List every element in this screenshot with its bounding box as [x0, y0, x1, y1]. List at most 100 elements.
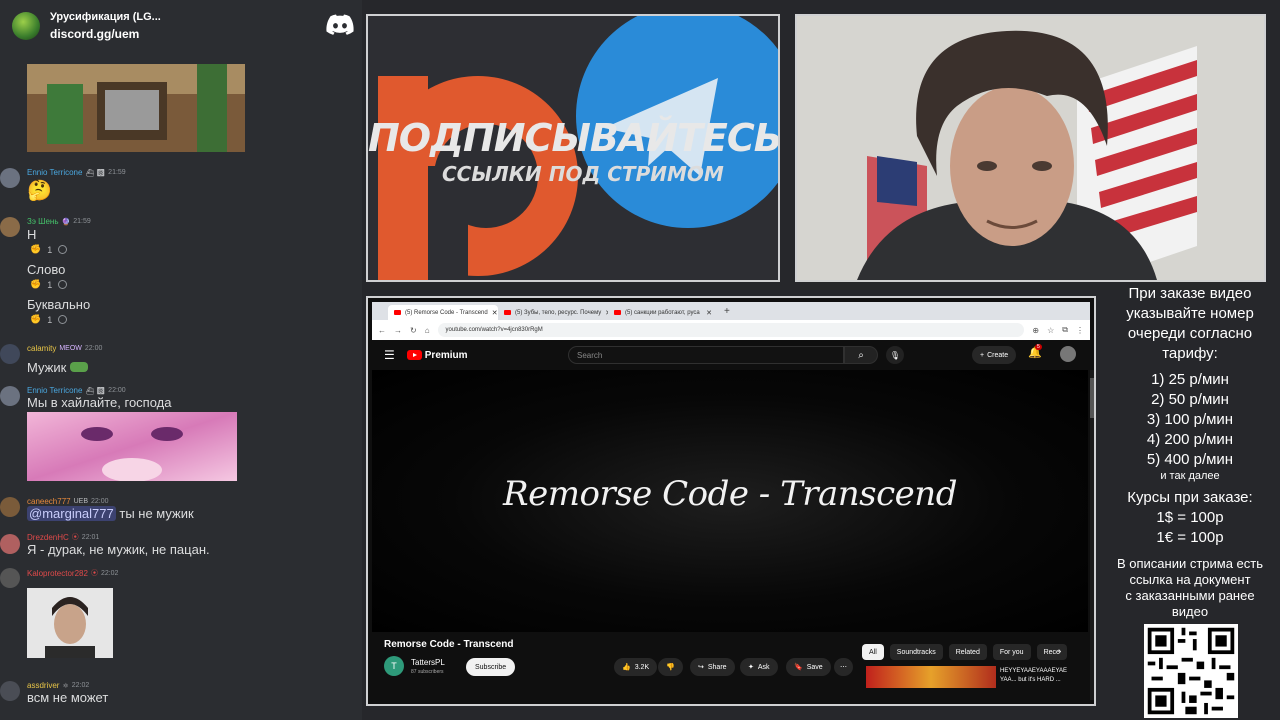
frog-emoji-icon: [69, 362, 88, 372]
chat-image-anime[interactable]: [27, 412, 237, 481]
channel-name[interactable]: TattersPL: [411, 658, 445, 667]
reaction[interactable]: ✊ 1: [30, 279, 68, 290]
reaction[interactable]: ✊ 1: [30, 314, 68, 325]
back-icon[interactable]: ←: [378, 326, 386, 335]
plus-icon: +: [980, 351, 985, 359]
tab-bar: (5) Remorse Code - Transcend ✕ (5) Зубы, …: [372, 302, 1090, 320]
message-author[interactable]: DrezdenHC: [27, 533, 69, 542]
zoom-icon[interactable]: ⊕: [1032, 326, 1039, 335]
message-text: Мужик: [27, 360, 88, 375]
dislike-button[interactable]: 👎: [658, 658, 683, 676]
avatar[interactable]: [0, 568, 20, 588]
browser-menu-icon[interactable]: ⋮: [1076, 326, 1084, 335]
address-bar: ← → ↻ ⌂ youtube.com/watch?v=4jcn830rRgM …: [372, 320, 1090, 340]
discord-logo-icon: [326, 14, 354, 35]
like-button[interactable]: 👍 3.2K: [614, 658, 658, 676]
badge-icon: ⚛: [62, 682, 69, 690]
avatar[interactable]: [0, 168, 20, 188]
youtube-topbar: ☰ Premium Search ⌕ 🎙 + Create 🔔 5: [372, 340, 1090, 370]
bookmark-star-icon[interactable]: ☆: [1047, 326, 1054, 335]
server-name: Урусификация (LG...: [50, 11, 161, 23]
message-author[interactable]: caneech777: [27, 497, 71, 506]
chip-for-you[interactable]: For you: [992, 644, 1031, 660]
add-reaction-icon[interactable]: [58, 245, 68, 254]
chip-related[interactable]: Related: [948, 644, 987, 660]
message-text: Слово: [27, 262, 66, 277]
description-text-line: ссылка на документ: [1129, 572, 1251, 587]
server-invite: discord.gg/uem: [50, 27, 140, 41]
avatar[interactable]: [0, 497, 20, 517]
badge-icon: ⦿: [71, 534, 79, 541]
avatar[interactable]: [0, 344, 20, 364]
recommended-title[interactable]: HEYYEYAAEYAAAEYAE YAA... but it's HARD .…: [1000, 667, 1080, 685]
ask-button[interactable]: ✦ Ask: [740, 658, 778, 676]
message-author[interactable]: Зэ Шень: [27, 217, 59, 226]
badge-label: UEB: [73, 498, 88, 505]
subscribe-button[interactable]: Subscribe: [466, 658, 516, 676]
description-text-line: с заказанными ранее: [1125, 588, 1255, 603]
rate-line: 1€ = 100р: [1156, 529, 1224, 546]
avatar[interactable]: [0, 534, 20, 554]
search-icon[interactable]: ⌕: [844, 346, 878, 364]
message-author[interactable]: Ennio Terricone: [27, 386, 82, 395]
video-player[interactable]: Remorse Code - Transcend: [372, 370, 1088, 632]
browser-tab[interactable]: (5) Remorse Code - Transcend ✕: [388, 305, 498, 320]
hamburger-menu-icon[interactable]: ☰: [384, 348, 395, 362]
add-reaction-icon[interactable]: [58, 315, 68, 324]
chip-recent[interactable]: Rece: [1036, 644, 1067, 660]
new-tab-icon[interactable]: +: [718, 306, 736, 317]
message-text: Буквально: [27, 297, 91, 312]
recommended-thumbnail[interactable]: [866, 666, 996, 688]
reload-icon[interactable]: ↻: [410, 326, 417, 335]
message-time: 22:00: [84, 345, 103, 352]
scrollbar[interactable]: [1090, 370, 1094, 700]
order-text-line: указывайте номер: [1126, 305, 1254, 322]
message-author[interactable]: Ennio Terricone: [27, 168, 82, 177]
create-button[interactable]: + Create: [972, 346, 1017, 364]
badge-icon: ⛴ ⚛: [85, 169, 106, 177]
add-reaction-icon[interactable]: [58, 280, 68, 289]
url-field[interactable]: youtube.com/watch?v=4jcn830rRgM: [437, 323, 1025, 337]
share-button[interactable]: ↪ Share: [690, 658, 735, 676]
browser-window: (5) Remorse Code - Transcend ✕ (5) Зубы, …: [366, 296, 1096, 706]
youtube-logo[interactable]: Premium: [406, 350, 468, 361]
chip-all[interactable]: All: [862, 644, 884, 660]
badge-label: MEOW: [59, 345, 82, 352]
more-actions-icon[interactable]: ⋯: [834, 658, 853, 676]
browser-tab[interactable]: (5) Зубы, тело, ресурс. Почему✕: [498, 305, 608, 320]
thumbs-up-icon: 👍: [622, 664, 631, 671]
save-button[interactable]: 🔖 Save: [786, 658, 831, 676]
rate-line: 1$ = 100р: [1156, 509, 1224, 526]
order-text-line: очереди согласно: [1127, 325, 1253, 342]
channel-avatar[interactable]: T: [384, 656, 404, 676]
home-icon[interactable]: ⌂: [425, 326, 430, 335]
message-author[interactable]: Kaloprotector282: [27, 569, 88, 578]
message-time: 21:59: [73, 218, 91, 225]
qr-code: [1144, 624, 1238, 718]
chip-soundtracks[interactable]: Soundtracks: [889, 644, 943, 660]
avatar[interactable]: [0, 217, 20, 237]
chat-image-webcam[interactable]: [27, 588, 113, 658]
extensions-icon[interactable]: ⧉: [1062, 325, 1068, 335]
message-author[interactable]: assdriver: [27, 681, 59, 690]
user-mention[interactable]: @marginal777: [27, 506, 116, 521]
browser-tab[interactable]: (5) санкции работают, руса ✕: [608, 305, 718, 320]
chevron-right-icon[interactable]: ›: [1058, 646, 1061, 657]
order-text-line: тарифу:: [1162, 345, 1218, 362]
close-tab-icon[interactable]: ✕: [706, 309, 712, 317]
message-author[interactable]: calamity: [27, 344, 56, 353]
forward-icon[interactable]: →: [394, 326, 402, 335]
video-overlay-title: Remorse Code - Transcend: [503, 474, 957, 514]
badge-icon: ⦿: [90, 570, 98, 577]
search-input[interactable]: Search: [568, 346, 844, 364]
avatar[interactable]: [0, 386, 20, 406]
chat-image-game-scene: [27, 64, 245, 152]
avatar[interactable]: [0, 681, 20, 701]
account-avatar[interactable]: [1060, 346, 1076, 362]
close-tab-icon[interactable]: ✕: [492, 309, 498, 317]
webcam-panel: [795, 14, 1266, 282]
reaction[interactable]: ✊ 1: [30, 244, 68, 255]
message-time: 22:01: [81, 533, 100, 541]
microphone-icon[interactable]: 🎙: [886, 346, 904, 364]
youtube-play-icon: [406, 350, 422, 360]
